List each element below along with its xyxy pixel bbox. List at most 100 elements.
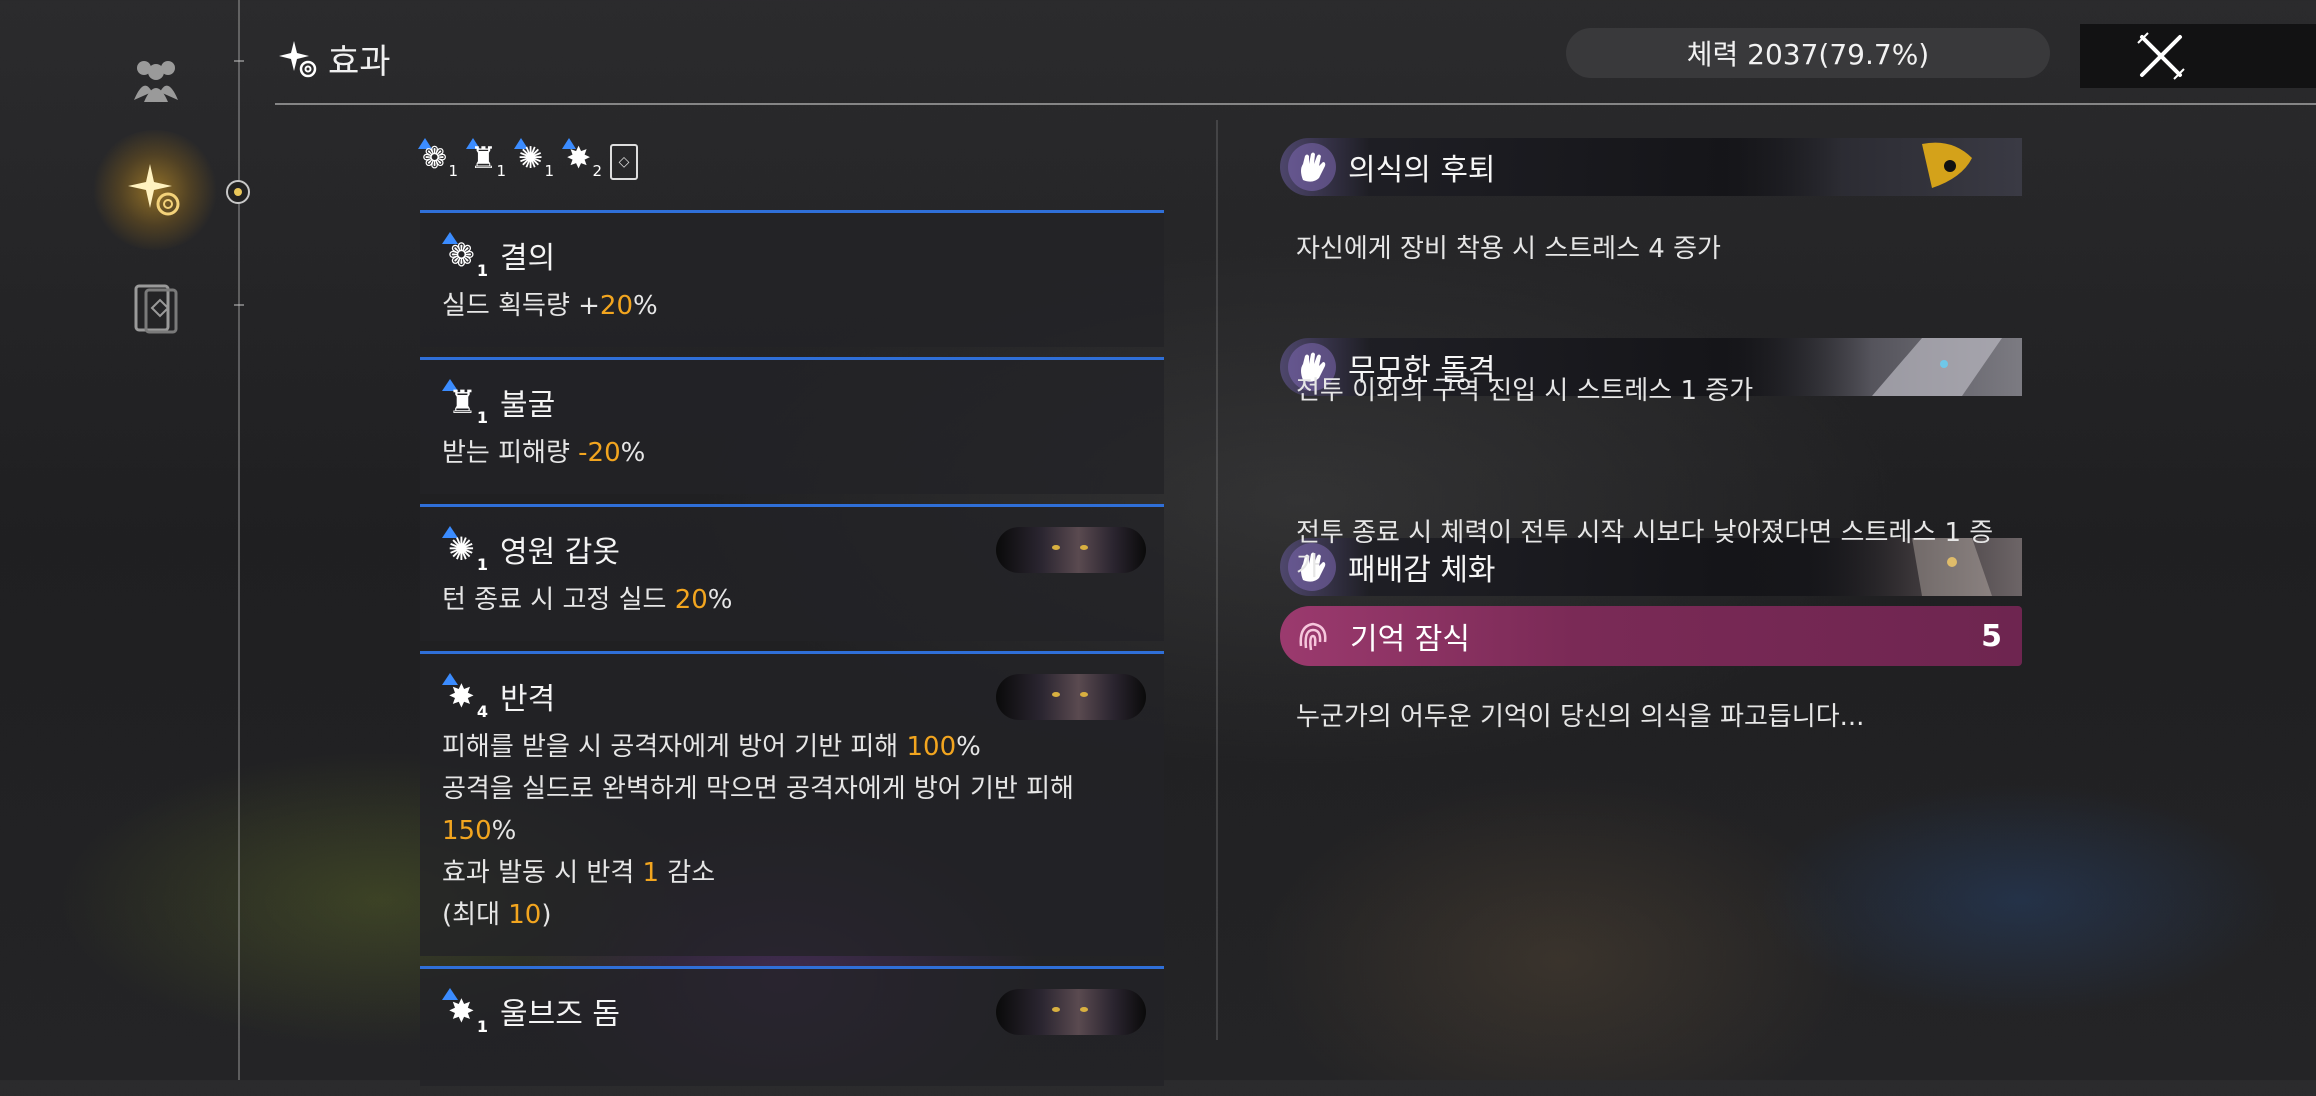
hand-icon xyxy=(1288,143,1336,191)
effects-title-icon xyxy=(279,40,317,77)
effect-count: 2 xyxy=(592,162,602,180)
stress-description: 전투 종료 시 체력이 전투 시작 시보다 낮아졌다면 스트레스 1 증가 xyxy=(1296,518,1994,582)
desc-value: 20 xyxy=(599,291,634,321)
effect-glyph-icon: ❁ xyxy=(448,236,475,274)
effect-glyph-icon: ♜ xyxy=(470,141,497,176)
close-button[interactable] xyxy=(2080,24,2316,88)
effect-name: 울브즈 돔 xyxy=(500,997,620,1032)
desc-text: 실드 획득량 + xyxy=(442,291,600,321)
desc-text: ) xyxy=(541,900,552,930)
effect-glyph-icon: ✸ xyxy=(566,141,592,176)
effect-level: 1 xyxy=(476,261,488,280)
desc-text: (최대 xyxy=(442,900,509,930)
stress-description: 전투 이외의 구역 진입 시 스트레스 1 증가 xyxy=(1296,376,1754,406)
effect-description-line: 받는 피해량 -20% xyxy=(442,432,1142,474)
effect-description-line: 효과 발동 시 반격 1 감소 xyxy=(442,852,1142,894)
summary-effect-icon[interactable]: ♜ 1 xyxy=(466,138,506,180)
effect-card[interactable]: ❁ 1 결의실드 획득량 +20% xyxy=(420,210,1164,347)
effect-card[interactable]: ✺ 1 영원 갑옷턴 종료 시 고정 실드 20% xyxy=(420,504,1164,641)
effect-name: 결의 xyxy=(500,241,556,276)
effect-glyph-icon: ❁ xyxy=(422,141,448,176)
desc-text: % xyxy=(633,291,658,321)
desc-value: 20 xyxy=(674,585,708,615)
effect-name: 불굴 xyxy=(500,388,556,423)
effect-description-line: (최대 10) xyxy=(442,894,1142,936)
rail-tick xyxy=(234,304,244,306)
desc-text: 피해를 받을 시 공격자에게 방어 기반 피해 xyxy=(442,732,907,762)
effect-card[interactable]: ✸ 4 반격피해를 받을 시 공격자에게 방어 기반 피해 100% 공격을 실드로 … xyxy=(420,651,1164,956)
effect-description-line: 실드 획득량 +20% xyxy=(442,285,1142,327)
effect-description-line: 150% xyxy=(442,810,1142,852)
desc-text: 턴 종료 시 고정 실드 xyxy=(442,585,675,615)
effect-glyph-icon: ✺ xyxy=(518,141,544,176)
summary-effect-icon[interactable]: ✺ 1 xyxy=(514,138,554,180)
effect-count: 1 xyxy=(544,162,554,180)
effect-level: 1 xyxy=(476,555,488,574)
desc-text: 감소 xyxy=(659,858,716,888)
stress-name: 의식의 후퇴 xyxy=(1348,153,1496,188)
effect-description: 받는 피해량 -20% xyxy=(442,432,1142,474)
character-portrait xyxy=(996,527,1146,573)
effect-icon: ✸ 4 xyxy=(442,673,488,721)
effects-list: ❁ 1 결의 실드 획득량 +20% ♜ 1 불굴 받는 피해량 -20% ✺ 1 영원 갑옷 턴 종… xyxy=(420,210,1164,1096)
desc-value: 10 xyxy=(508,900,542,930)
character-artwork xyxy=(1722,138,2022,196)
effect-level: 4 xyxy=(476,702,488,721)
effect-header: ❁ 1 결의 xyxy=(442,231,1142,280)
rail-indicator xyxy=(226,180,250,204)
page-title-text: 효과 xyxy=(328,42,391,82)
memory-count: 5 xyxy=(1981,618,2002,654)
effect-count: 1 xyxy=(496,162,506,180)
effect-description-line: 피해를 받을 시 공격자에게 방어 기반 피해 100% xyxy=(442,726,1142,768)
effect-description: 실드 획득량 +20% xyxy=(442,285,1142,327)
rail-tick xyxy=(234,60,244,62)
desc-text: % xyxy=(620,438,646,468)
effect-header: ♜ 1 불굴 xyxy=(442,378,1142,427)
effect-level: 1 xyxy=(476,1017,488,1036)
effects-icon[interactable] xyxy=(124,158,188,222)
desc-text: 공격을 실드로 완벽하게 막으면 공격자에게 방어 기반 피해 xyxy=(442,774,1074,804)
effect-card[interactable]: ♜ 1 불굴받는 피해량 -20% xyxy=(420,357,1164,494)
fingerprint-icon xyxy=(1288,611,1338,661)
effect-name: 반격 xyxy=(500,682,556,717)
desc-value: -20 xyxy=(578,438,621,468)
desc-text: % xyxy=(491,816,517,846)
effect-summary-row: ❁ 1 ♜ 1 ✺ 1 ✸ 2 ◇ xyxy=(418,138,638,180)
stress-description: 자신에게 장비 착용 시 스트레스 4 증가 xyxy=(1296,234,1721,264)
cards-icon[interactable] xyxy=(124,276,188,340)
close-icon xyxy=(2137,32,2185,80)
effect-description: 턴 종료 시 고정 실드 20% xyxy=(442,579,1142,621)
desc-text: % xyxy=(707,585,733,615)
effect-glyph-icon: ✺ xyxy=(448,530,475,568)
effect-glyph-icon: ✸ xyxy=(448,992,475,1030)
stress-effect-bar[interactable]: 의식의 후퇴 xyxy=(1280,138,2022,196)
effect-icon: ✺ 1 xyxy=(442,526,488,574)
effect-name: 영원 갑옷 xyxy=(500,535,620,570)
effect-description: 피해를 받을 시 공격자에게 방어 기반 피해 100% 공격을 실드로 완벽하게… xyxy=(442,726,1142,936)
party-icon[interactable] xyxy=(124,48,188,112)
character-portrait xyxy=(996,674,1146,720)
desc-value: 150 xyxy=(442,816,492,846)
header-divider xyxy=(275,103,2316,105)
effect-level: 1 xyxy=(476,408,488,427)
hp-status: 체력 2037(79.7%) xyxy=(1566,28,2050,78)
card-effect-icon[interactable]: ◇ xyxy=(610,144,638,180)
hp-text: 체력 2037(79.7%) xyxy=(1686,38,1930,71)
effect-card[interactable]: ✸ 1 울브즈 돔 xyxy=(420,966,1164,1086)
column-divider xyxy=(1216,120,1218,1040)
desc-text: 효과 발동 시 반격 xyxy=(442,858,643,888)
desc-value: 1 xyxy=(642,858,660,888)
effect-glyph-icon: ♜ xyxy=(448,383,477,421)
effect-icon: ❁ 1 xyxy=(442,232,488,280)
character-portrait xyxy=(996,989,1146,1035)
effect-description-line: 공격을 실드로 완벽하게 막으면 공격자에게 방어 기반 피해 xyxy=(442,768,1142,810)
desc-value: 100 xyxy=(906,732,957,762)
desc-text: % xyxy=(956,732,981,762)
memory-erosion-bar[interactable]: 기억 잠식 5 xyxy=(1280,606,2022,666)
summary-effect-icon[interactable]: ❁ 1 xyxy=(418,138,458,180)
effect-icon: ♜ 1 xyxy=(442,379,488,427)
page-title: 효과 xyxy=(278,34,391,83)
summary-effect-icon[interactable]: ✸ 2 xyxy=(562,138,602,180)
rail-line xyxy=(238,0,240,1080)
memory-name: 기억 잠식 xyxy=(1350,622,1470,657)
